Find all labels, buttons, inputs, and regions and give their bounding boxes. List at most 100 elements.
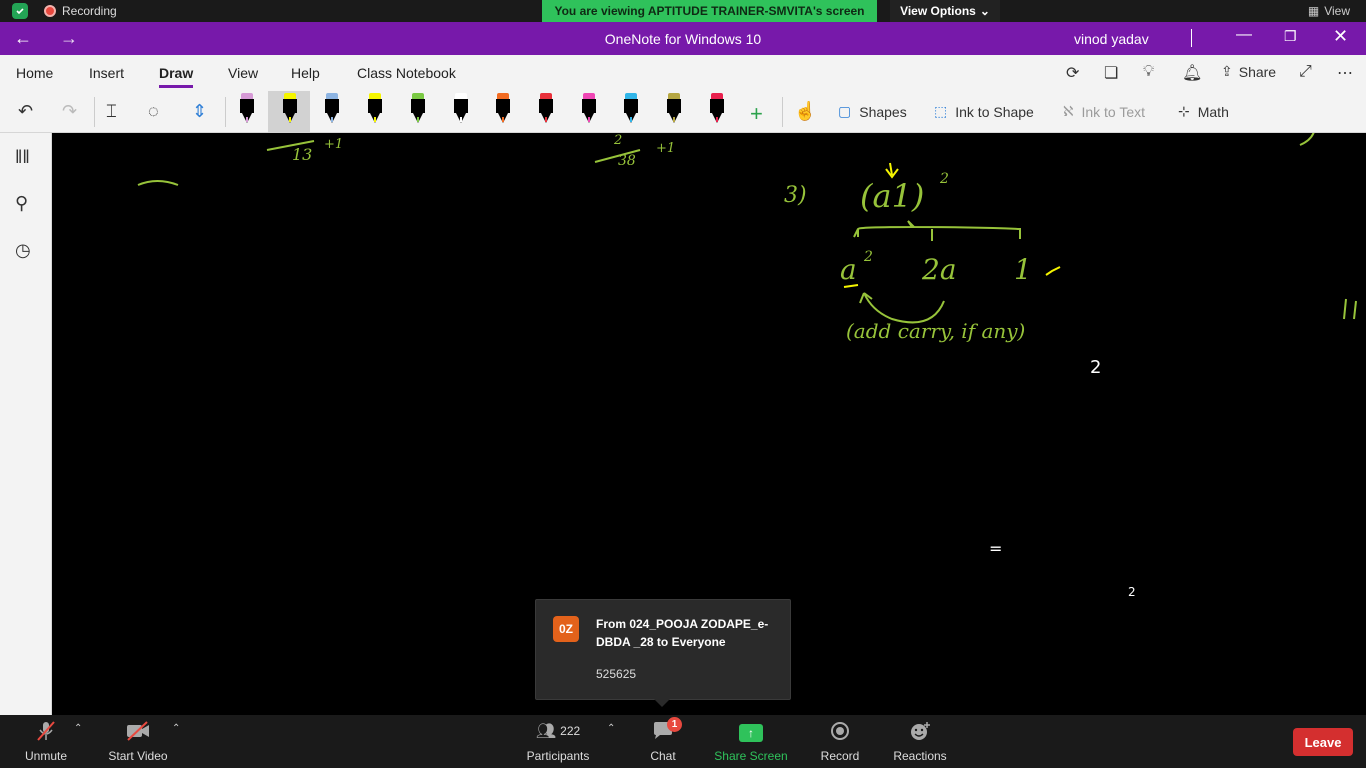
ink-two-a: 2a <box>922 253 957 286</box>
tab-help[interactable]: Help <box>291 65 320 81</box>
participants-icon-group: 👥︎ 222 <box>524 719 592 743</box>
account-name[interactable]: vinod yadav <box>1074 31 1149 47</box>
more-options-icon[interactable]: ⋯ <box>1337 63 1353 83</box>
recording-label: Recording <box>62 4 117 18</box>
ink-to-shape-icon: ⬚ <box>934 103 948 119</box>
recording-indicator[interactable]: Recording <box>44 4 117 18</box>
pen-ink-swatch <box>630 117 632 122</box>
onenote-title-bar: ← → OneNote for Windows 10 vinod yadav —… <box>0 22 1366 55</box>
leave-button[interactable]: Leave <box>1293 728 1353 756</box>
ribbon-divider <box>225 97 226 127</box>
ink-plus-one: +1 <box>324 137 344 152</box>
start-video-button[interactable]: Start Video <box>104 719 172 763</box>
ink-a-squared: a <box>840 253 857 286</box>
ribbon-divider <box>94 97 95 127</box>
tab-insert[interactable]: Insert <box>89 65 124 81</box>
pen-ink-swatch <box>673 117 675 122</box>
participants-count: 222 <box>560 724 581 738</box>
pen-ink-swatch <box>246 117 248 122</box>
pen-tool[interactable] <box>578 91 600 133</box>
white-ink-two: 2 <box>1090 357 1102 378</box>
pen-body <box>667 99 681 113</box>
math-button[interactable]: ⊹ Math <box>1178 103 1229 120</box>
ink-one: 1 <box>1014 253 1032 286</box>
add-space-icon[interactable]: ⇕ <box>192 101 207 122</box>
share-screen-button[interactable]: ↑ Share Screen <box>714 719 788 763</box>
redo-icon[interactable]: ↷ <box>62 101 77 122</box>
tab-home[interactable]: Home <box>16 65 53 81</box>
pen-tool[interactable] <box>492 91 514 133</box>
restore-icon[interactable]: ❐ <box>1284 28 1297 45</box>
add-pen-icon[interactable]: + <box>750 101 763 127</box>
pen-tool[interactable] <box>706 91 728 133</box>
share-screen-icon: ↑ <box>739 723 763 742</box>
close-icon[interactable]: ✕ <box>1333 26 1348 47</box>
participants-options-caret-icon[interactable]: ⌃ <box>607 723 615 734</box>
sync-status-icon[interactable]: ⟳ <box>1066 63 1079 83</box>
share-label: Share <box>1238 63 1277 80</box>
participants-button[interactable]: 👥︎ 222 Participants <box>524 719 592 763</box>
pen-body <box>368 99 382 113</box>
pen-body <box>624 99 638 113</box>
record-button[interactable]: Record <box>818 719 862 763</box>
record-icon <box>818 719 862 743</box>
minimize-icon[interactable]: — <box>1236 26 1252 44</box>
shapes-button[interactable]: ▢ Shapes <box>838 103 907 120</box>
pen-tool[interactable] <box>364 91 386 133</box>
touch-draw-icon[interactable]: ☝ <box>794 101 816 122</box>
view-options-button[interactable]: View Options ⌄ <box>890 0 1000 22</box>
type-select-icon[interactable]: ⌶ <box>106 101 117 122</box>
lasso-select-icon[interactable]: ◌ <box>148 101 159 122</box>
titlebar-divider <box>1191 29 1192 47</box>
search-icon[interactable]: ⚲ <box>15 193 28 214</box>
ink-expression-base: (a1) <box>860 177 925 215</box>
pen-tool[interactable] <box>279 91 301 133</box>
pen-body <box>710 99 724 113</box>
undo-icon[interactable]: ↶ <box>18 101 33 122</box>
pen-ink-swatch <box>417 117 419 122</box>
ink-fraction-numerator: 2 <box>614 133 623 148</box>
tab-view[interactable]: View <box>228 65 258 81</box>
pen-tool[interactable] <box>535 91 557 133</box>
pen-ink-swatch <box>545 117 547 122</box>
shapes-label: Shapes <box>859 103 907 120</box>
ink-step-number: 3) <box>784 183 807 208</box>
notebooks-icon[interactable]: ‖‖ <box>15 147 30 168</box>
pen-tool[interactable] <box>620 91 642 133</box>
pen-tool[interactable] <box>236 91 258 133</box>
bell-icon[interactable]: 🔔︎ <box>1182 63 1202 83</box>
ink-to-text-label: Ink to Text <box>1081 103 1145 120</box>
pen-tool[interactable] <box>450 91 472 133</box>
record-dot-icon <box>44 5 56 17</box>
math-icon: ⊹ <box>1178 103 1190 119</box>
page-copy-icon[interactable]: ❏ <box>1104 63 1118 83</box>
ink-to-shape-button[interactable]: ⬚ Ink to Shape <box>934 103 1034 120</box>
view-button[interactable]: ▦ View <box>1308 4 1350 18</box>
share-screen-icon-wrap: ↑ <box>714 719 788 743</box>
carry-arc-stroke <box>863 292 945 324</box>
pen-tool[interactable] <box>663 91 685 133</box>
pen-body <box>283 99 297 113</box>
chat-notification[interactable]: 0Z From 024_POOJA ZODAPE_e-DBDA _28 to E… <box>535 599 791 707</box>
pen-ink-swatch <box>588 117 590 122</box>
ink-to-text-button[interactable]: ℵ Ink to Text <box>1063 103 1145 120</box>
participants-icon: 👥︎ <box>535 723 557 740</box>
pen-ink-swatch <box>716 117 718 122</box>
pen-body <box>411 99 425 113</box>
pen-tool[interactable] <box>407 91 429 133</box>
tab-class-notebook[interactable]: Class Notebook <box>357 65 456 81</box>
audio-options-caret-icon[interactable]: ⌃ <box>74 723 82 734</box>
reactions-button[interactable]: Reactions <box>892 719 948 763</box>
pen-ink-swatch <box>289 117 291 122</box>
video-options-caret-icon[interactable]: ⌃ <box>172 723 180 734</box>
tab-draw[interactable]: Draw <box>159 65 194 88</box>
expand-icon[interactable]: ⤢ <box>1299 63 1312 81</box>
pen-tool[interactable] <box>321 91 343 133</box>
zoom-top-bar: Recording You are viewing APTITUDE TRAIN… <box>0 0 1366 22</box>
share-button[interactable]: ⇪ Share <box>1221 63 1276 80</box>
unmute-button[interactable]: Unmute <box>20 719 72 763</box>
security-shield-icon[interactable] <box>12 3 28 19</box>
recent-clock-icon[interactable]: ◷ <box>15 240 31 261</box>
pen-body <box>582 99 596 113</box>
lightbulb-icon[interactable]: 💡︎ <box>1143 63 1154 81</box>
